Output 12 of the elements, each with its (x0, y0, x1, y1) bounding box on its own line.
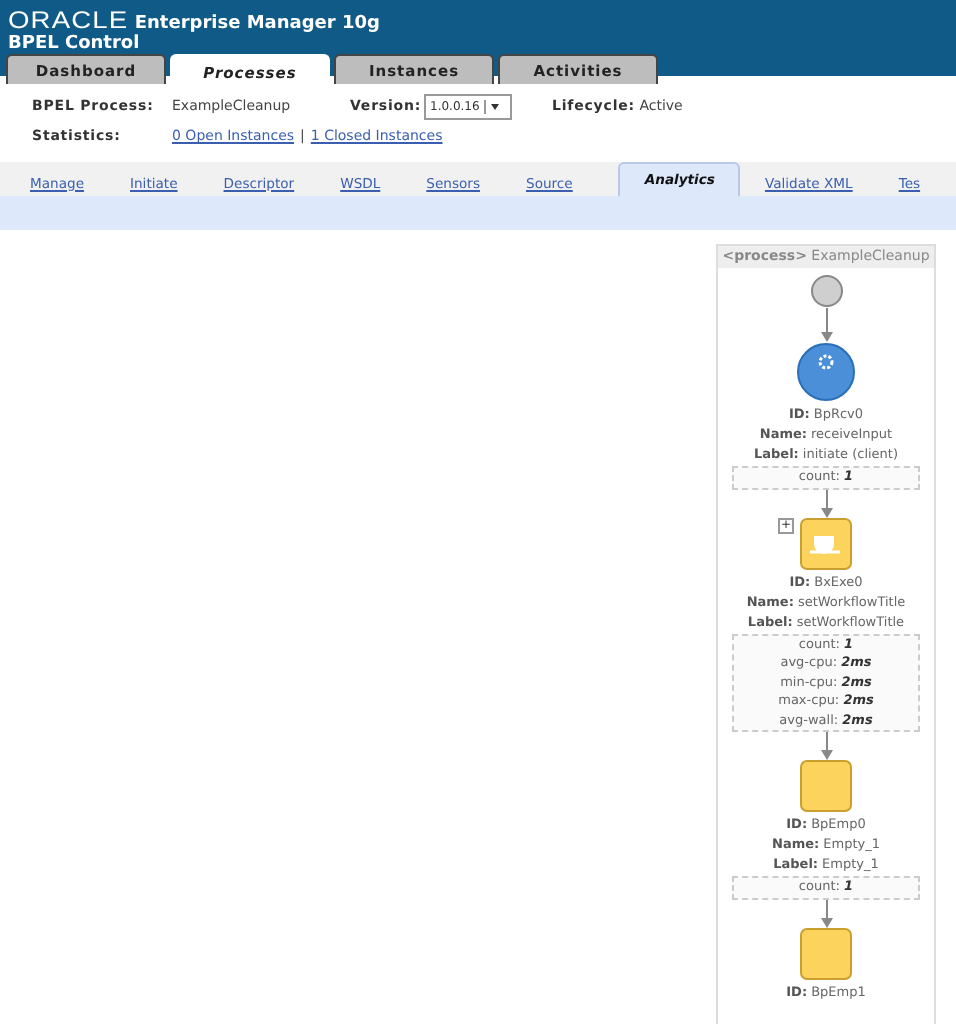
cup-node-icon (800, 517, 852, 569)
start-node-icon (809, 274, 843, 308)
activity-node-icon (800, 760, 852, 812)
caret-icon (485, 101, 504, 112)
product-title: Enterprise Manager 10g (134, 14, 380, 34)
arrow-connector (819, 732, 833, 760)
arrow-connector (819, 899, 833, 927)
logo-text: ORACLE (8, 6, 129, 34)
app-subtitle: BPEL Control (6, 34, 142, 54)
activity-node-icon (800, 927, 852, 979)
arrow-connector (819, 308, 833, 342)
arrow-connector (819, 489, 833, 517)
